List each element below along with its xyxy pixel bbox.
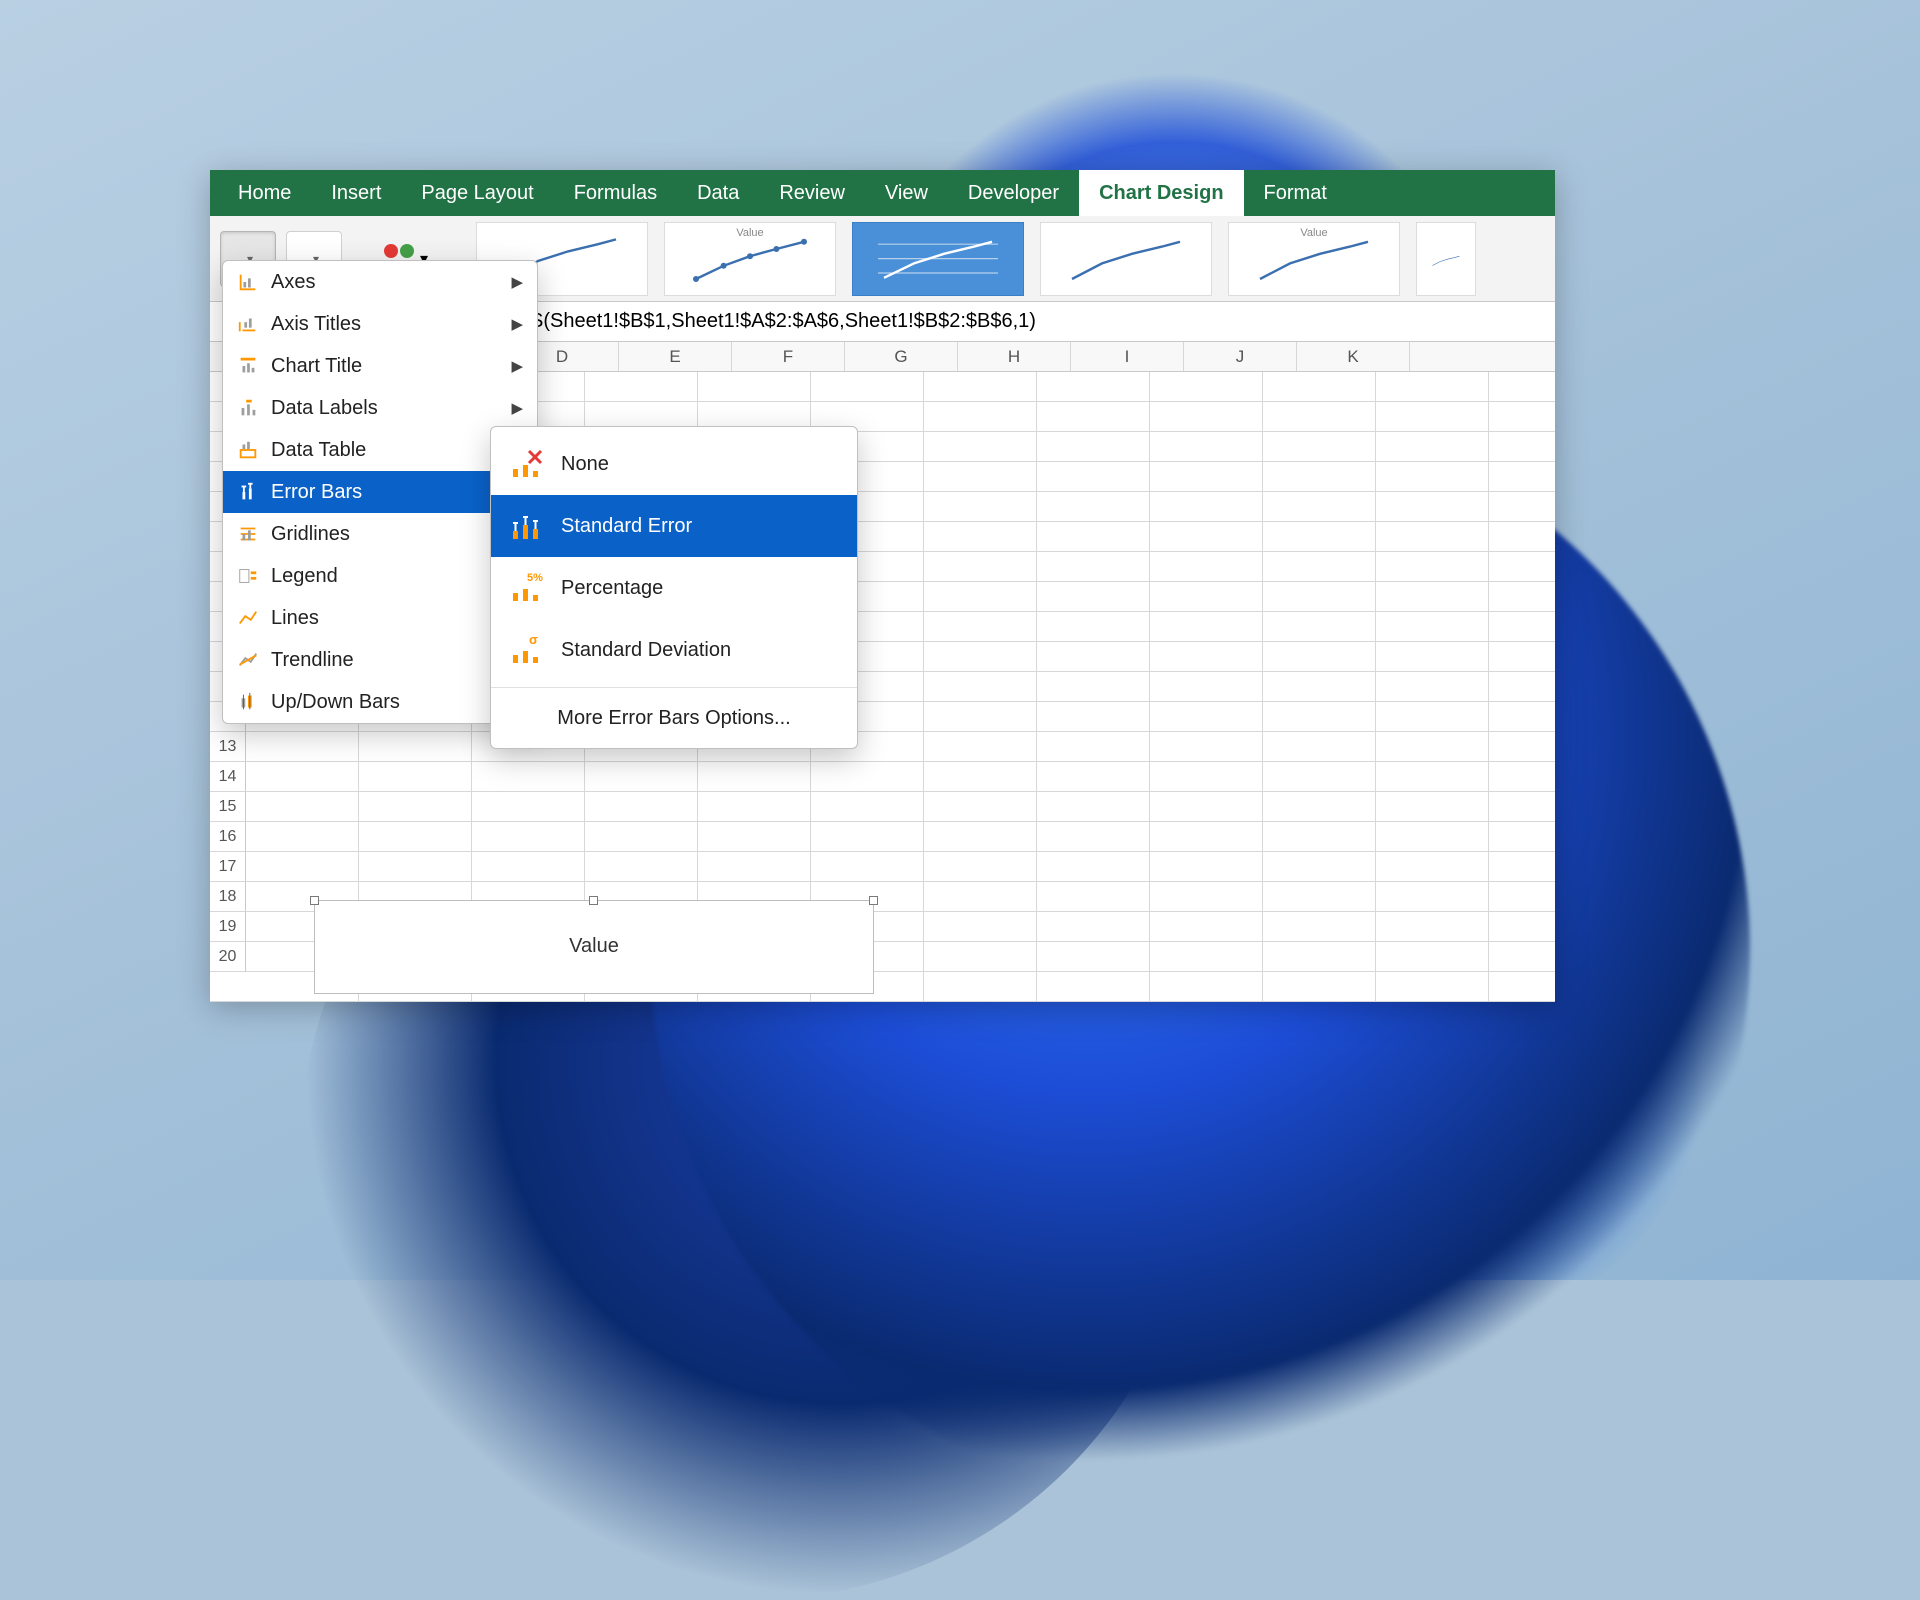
- menu-item-axis-titles[interactable]: Axis Titles ▶: [223, 303, 537, 345]
- chart-thumb-icon: [1055, 237, 1197, 285]
- standard-deviation-icon: σ: [507, 631, 545, 669]
- percentage-icon: 5%: [507, 569, 545, 607]
- row-header[interactable]: 14: [210, 762, 246, 792]
- row-header[interactable]: 19: [210, 912, 246, 942]
- row-header[interactable]: 17: [210, 852, 246, 882]
- menu-label: Error Bars: [271, 481, 499, 504]
- tab-format[interactable]: Format: [1244, 170, 1347, 216]
- submenu-arrow-icon: ▶: [511, 315, 523, 333]
- col-header[interactable]: I: [1071, 342, 1184, 371]
- tab-page-layout[interactable]: Page Layout: [401, 170, 553, 216]
- menu-label: Gridlines: [271, 523, 499, 546]
- tab-chart-design[interactable]: Chart Design: [1079, 170, 1243, 216]
- col-header[interactable]: F: [732, 342, 845, 371]
- chart-thumb-icon: [1243, 237, 1385, 285]
- tab-home[interactable]: Home: [218, 170, 311, 216]
- menu-separator: [491, 687, 857, 688]
- submenu-label: None: [561, 453, 839, 476]
- none-icon: [507, 445, 545, 483]
- row-header[interactable]: 16: [210, 822, 246, 852]
- svg-text:σ: σ: [529, 632, 538, 647]
- tab-developer[interactable]: Developer: [948, 170, 1079, 216]
- chart-style-3[interactable]: [852, 222, 1024, 296]
- menu-item-chart-title[interactable]: Chart Title ▶: [223, 345, 537, 387]
- submenu-item-standard-deviation[interactable]: σ Standard Deviation: [491, 619, 857, 681]
- tab-review[interactable]: Review: [759, 170, 865, 216]
- lines-icon: [237, 607, 259, 629]
- menu-label: Legend: [271, 565, 499, 588]
- submenu-arrow-icon: ▶: [511, 357, 523, 375]
- formula-text: SERIES(Sheet1!$B$1,Sheet1!$A$2:$A$6,Shee…: [470, 310, 1036, 333]
- col-header[interactable]: E: [619, 342, 732, 371]
- error-bars-submenu: None Standard Error 5%: [490, 426, 858, 749]
- tab-view[interactable]: View: [865, 170, 948, 216]
- submenu-label: Standard Error: [561, 515, 839, 538]
- axis-titles-icon: [237, 313, 259, 335]
- submenu-item-more-options[interactable]: More Error Bars Options...: [491, 694, 857, 742]
- chart-thumb-icon: [1431, 237, 1461, 285]
- data-table-icon: [237, 439, 259, 461]
- menu-label: Chart Title: [271, 355, 499, 378]
- menu-label: Up/Down Bars: [271, 691, 499, 714]
- chart-style-6[interactable]: [1416, 222, 1476, 296]
- submenu-label: Standard Deviation: [561, 639, 839, 662]
- submenu-arrow-icon: ▶: [511, 399, 523, 417]
- data-labels-icon: [237, 397, 259, 419]
- row-header[interactable]: 18: [210, 882, 246, 912]
- embedded-chart[interactable]: Value: [314, 900, 874, 994]
- thumb-title: Value: [1300, 227, 1327, 239]
- menu-label: Data Labels: [271, 397, 499, 420]
- updown-bars-icon: [237, 691, 259, 713]
- menu-label: Lines: [271, 607, 499, 630]
- menu-item-data-labels[interactable]: Data Labels ▶: [223, 387, 537, 429]
- svg-text:5%: 5%: [527, 572, 543, 584]
- chart-title-icon: [237, 355, 259, 377]
- chart-thumb-icon: [867, 237, 1009, 285]
- submenu-item-none[interactable]: None: [491, 433, 857, 495]
- menu-label: Axes: [271, 271, 499, 294]
- tab-insert[interactable]: Insert: [311, 170, 401, 216]
- error-bars-icon: [237, 481, 259, 503]
- axes-icon: [237, 271, 259, 293]
- row-header[interactable]: 13: [210, 732, 246, 762]
- chart-style-4[interactable]: [1040, 222, 1212, 296]
- tab-data[interactable]: Data: [677, 170, 759, 216]
- submenu-label: Percentage: [561, 577, 839, 600]
- chart-style-2[interactable]: Value: [664, 222, 836, 296]
- menu-item-axes[interactable]: Axes ▶: [223, 261, 537, 303]
- menu-label: Axis Titles: [271, 313, 499, 336]
- submenu-item-percentage[interactable]: 5% Percentage: [491, 557, 857, 619]
- trendline-icon: [237, 649, 259, 671]
- gridlines-icon: [237, 523, 259, 545]
- col-header[interactable]: H: [958, 342, 1071, 371]
- submenu-arrow-icon: ▶: [511, 273, 523, 291]
- chart-thumb-icon: [679, 237, 821, 285]
- menu-label: Trendline: [271, 649, 499, 672]
- legend-icon: [237, 565, 259, 587]
- col-header[interactable]: G: [845, 342, 958, 371]
- menu-label: Data Table: [271, 439, 499, 462]
- col-header[interactable]: J: [1184, 342, 1297, 371]
- chart-style-5[interactable]: Value: [1228, 222, 1400, 296]
- chart-title[interactable]: Value: [569, 935, 619, 958]
- excel-window: Home Insert Page Layout Formulas Data Re…: [210, 170, 1555, 1002]
- tab-formulas[interactable]: Formulas: [554, 170, 677, 216]
- row-header[interactable]: 15: [210, 792, 246, 822]
- ribbon-tabs: Home Insert Page Layout Formulas Data Re…: [210, 170, 1555, 216]
- row-header[interactable]: 20: [210, 942, 246, 972]
- thumb-title: Value: [736, 227, 763, 239]
- col-header[interactable]: K: [1297, 342, 1410, 371]
- standard-error-icon: [507, 507, 545, 545]
- submenu-item-standard-error[interactable]: Standard Error: [491, 495, 857, 557]
